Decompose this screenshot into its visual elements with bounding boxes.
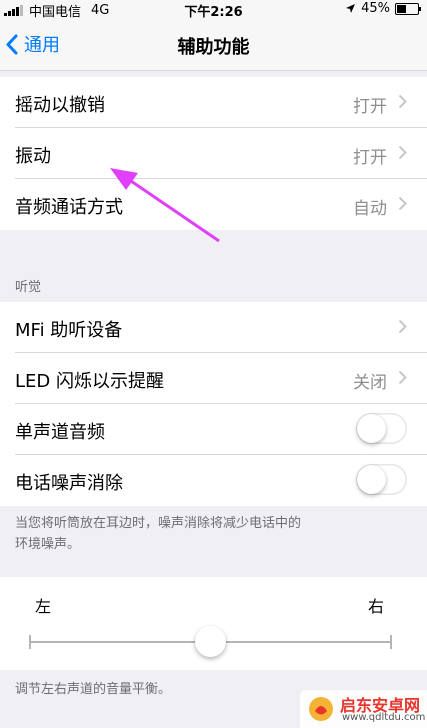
page-title: 辅助功能 (177, 37, 250, 58)
noise-cancellation-footer: 当您将听筒放在耳边时，噪声消除将减少电话中的 环境噪声。 (15, 513, 410, 555)
slider-right-tick (390, 635, 392, 649)
row-value: 关闭 (353, 373, 387, 393)
interaction-group: 摇动以撤销 打开 振动 打开 音频通话方式 自动 (0, 77, 427, 230)
row-label: 摇动以撤销 (15, 95, 105, 116)
noise-cancellation-toggle[interactable] (356, 464, 407, 495)
navigation-bar: 通用 辅助功能 (0, 20, 427, 71)
footer-line: 当您将听筒放在耳边时，噪声消除将减少电话中的 (15, 516, 302, 531)
balance-slider-thumb[interactable] (195, 626, 226, 657)
row-label: MFi 助听设备 (15, 320, 123, 341)
row-led-flash-alerts[interactable]: LED 闪烁以示提醒 关闭 (0, 353, 427, 404)
hearing-group: MFi 助听设备 LED 闪烁以示提醒 关闭 单声道音频 电话噪声消除 (0, 302, 427, 506)
watermark-logo-icon (309, 697, 333, 721)
mono-audio-toggle[interactable] (356, 413, 407, 444)
chevron-right-icon (398, 145, 407, 160)
battery-percent: 45% (361, 1, 390, 16)
row-noise-cancellation: 电话噪声消除 (0, 455, 427, 506)
row-vibration[interactable]: 振动 打开 (0, 128, 427, 179)
chevron-right-icon (398, 319, 407, 334)
watermark: 启东安卓网 www.qdltdu.com (300, 690, 427, 728)
watermark-url: www.qdltdu.com (342, 712, 426, 723)
chevron-right-icon (398, 196, 407, 211)
row-label: 音频通话方式 (15, 197, 123, 218)
row-label: 单声道音频 (15, 422, 105, 443)
slider-left-tick (29, 635, 31, 649)
section-header-hearing: 听觉 (15, 280, 42, 295)
footer-line: 环境噪声。 (15, 537, 81, 552)
location-icon (346, 4, 356, 13)
row-label: LED 闪烁以示提醒 (15, 371, 164, 392)
row-shake-to-undo[interactable]: 摇动以撤销 打开 (0, 77, 427, 128)
row-label: 电话噪声消除 (15, 473, 123, 494)
row-mfi-hearing-devices[interactable]: MFi 助听设备 (0, 302, 427, 353)
row-value: 打开 (353, 148, 387, 168)
row-label: 振动 (15, 146, 51, 167)
row-value: 自动 (353, 199, 387, 219)
balance-left-label: 左 (35, 597, 52, 616)
status-bar: 中国电信 4G 下午2:26 45% (0, 0, 427, 20)
balance-right-label: 右 (368, 597, 385, 616)
row-call-audio-routing[interactable]: 音频通话方式 自动 (0, 179, 427, 230)
row-mono-audio: 单声道音频 (0, 404, 427, 455)
row-value: 打开 (353, 97, 387, 117)
battery-icon (395, 2, 421, 15)
chevron-right-icon (398, 94, 407, 109)
chevron-right-icon (398, 370, 407, 385)
